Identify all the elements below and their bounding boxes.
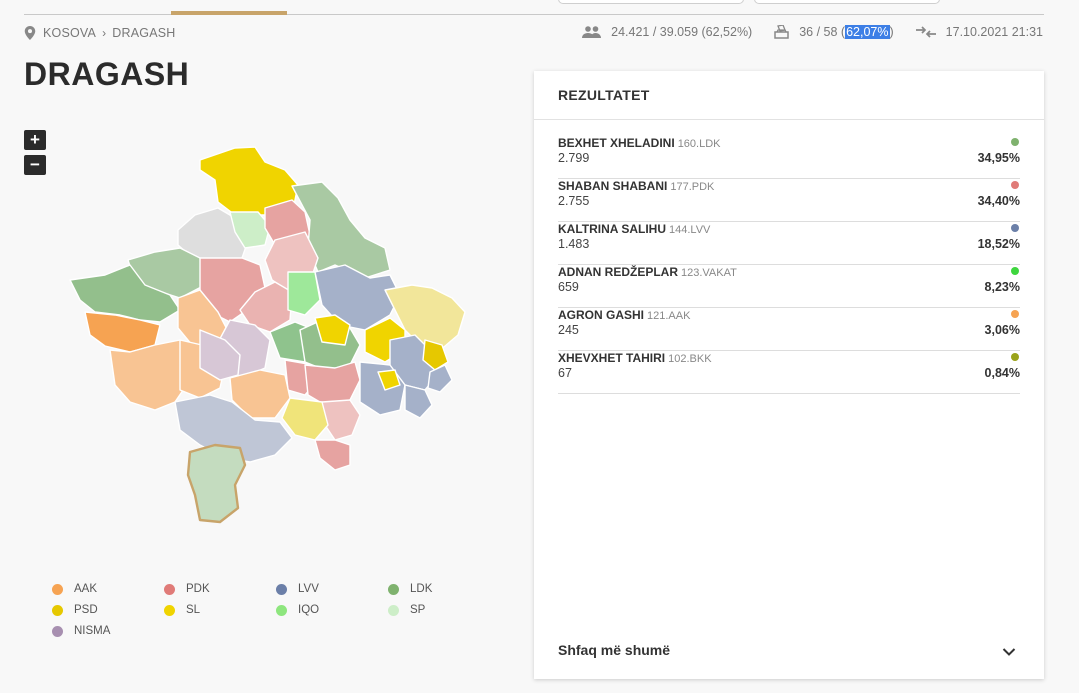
legend-label: LVV — [298, 583, 319, 595]
legend-label: SP — [410, 604, 426, 616]
candidate-row[interactable]: KALTRINA SALIHU 144.LVV 1.483 18,52% — [558, 222, 1020, 265]
legend-dot — [388, 604, 399, 616]
legend-item-nisma: NISMA — [52, 625, 164, 637]
candidate-row[interactable]: AGRON GASHI 121.AAK 245 3,06% — [558, 308, 1020, 351]
location-pin-icon — [24, 26, 36, 40]
candidate-code: 177.PDK — [670, 181, 715, 193]
legend-item-iqo: IQO — [276, 604, 388, 616]
legend-dot — [164, 604, 175, 616]
legend-dot — [52, 583, 63, 595]
voters-value: 24.421 / 39.059 (62,52%) — [611, 25, 753, 39]
results-panel: REZULTATET BEXHET XHELADINI 160.LDK 2.799… — [534, 71, 1044, 679]
stations-suffix: ) — [889, 25, 894, 39]
updated-timestamp: 17.10.2021 21:31 — [945, 25, 1043, 39]
stat-voters: 24.421 / 39.059 (62,52%) — [582, 25, 752, 39]
candidate-name: BEXHET XHELADINI 160.LDK — [558, 136, 721, 150]
party-color-dot — [1011, 353, 1019, 361]
legend-dot — [276, 604, 287, 616]
people-icon — [582, 26, 602, 38]
results-title: REZULTATET — [534, 71, 1044, 120]
party-color-dot — [1011, 267, 1019, 275]
candidate-percent: 3,06% — [984, 323, 1020, 337]
active-tab-indicator — [171, 11, 287, 15]
candidate-row[interactable]: SHABAN SHABANI 177.PDK 2.755 34,40% — [558, 179, 1020, 222]
legend-label: SL — [186, 604, 201, 616]
candidate-name: AGRON GASHI 121.AAK — [558, 308, 691, 322]
legend-dot — [52, 625, 63, 637]
map-region-mamusha[interactable] — [314, 439, 351, 471]
legend-item-aak: AAK — [52, 583, 164, 595]
party-color-dot — [1011, 138, 1019, 146]
breadcrumb-separator: › — [102, 26, 107, 40]
candidate-votes: 67 — [558, 366, 572, 380]
zoom-out-button[interactable]: − — [24, 155, 46, 175]
candidate-row[interactable]: XHEVXHET TAHIRI 102.BKK 67 0,84% — [558, 351, 1020, 394]
legend-label: NISMA — [74, 625, 111, 637]
sync-arrows-icon — [915, 26, 936, 38]
legend-dot — [52, 604, 63, 616]
legend-item-sl: SL — [164, 604, 276, 616]
zoom-in-button[interactable]: + — [24, 130, 46, 150]
candidate-percent: 18,52% — [977, 237, 1020, 251]
map-region-obiliq[interactable] — [287, 271, 321, 316]
party-color-dot — [1011, 181, 1019, 189]
legend-label: AAK — [74, 583, 98, 595]
candidate-name: KALTRINA SALIHU 144.LVV — [558, 222, 711, 236]
candidate-votes: 2.755 — [558, 194, 590, 208]
chevron-down-icon[interactable] — [1002, 647, 1016, 657]
candidate-name: SHABAN SHABANI 177.PDK — [558, 179, 715, 193]
ballot-box-icon — [774, 25, 789, 39]
map-region-ferizaj[interactable] — [304, 361, 361, 406]
breadcrumb-root[interactable]: KOSOVA — [43, 26, 96, 40]
party-color-dot — [1011, 310, 1019, 318]
page-title: DRAGASH — [24, 56, 190, 92]
stats-bar: 24.421 / 39.059 (62,52%) 36 / 58 (62,07%… — [560, 25, 1043, 39]
legend-label: PSD — [74, 604, 98, 616]
stations-percent-highlight: 62,07% — [845, 25, 890, 39]
candidate-row[interactable]: ADNAN REDŽEPLAR 123.VAKAT 659 8,23% — [558, 265, 1020, 308]
legend-dot — [388, 583, 399, 595]
stat-updated: 17.10.2021 21:31 — [915, 25, 1043, 39]
stations-prefix: 36 / 58 ( — [799, 25, 846, 39]
candidate-code: 144.LVV — [669, 224, 711, 236]
kosovo-municipalities-map[interactable] — [60, 140, 480, 530]
candidate-votes: 659 — [558, 280, 579, 294]
legend-item-lvv: LVV — [276, 583, 388, 595]
breadcrumb-current: DRAGASH — [112, 26, 176, 40]
candidate-name: ADNAN REDŽEPLAR 123.VAKAT — [558, 265, 737, 279]
map-region-dragash[interactable] — [186, 443, 247, 524]
map-region-hani-elezit[interactable] — [321, 399, 361, 441]
legend-item-sp: SP — [388, 604, 500, 616]
map-region-strpce[interactable] — [404, 384, 433, 419]
candidate-list: BEXHET XHELADINI 160.LDK 2.799 34,95% SHA… — [534, 120, 1044, 394]
candidate-percent: 8,23% — [984, 280, 1020, 294]
candidate-row[interactable]: BEXHET XHELADINI 160.LDK 2.799 34,95% — [558, 136, 1020, 179]
candidate-votes: 2.799 — [558, 151, 590, 165]
candidate-code: 102.BKK — [668, 353, 712, 365]
candidate-code: 123.VAKAT — [681, 267, 737, 279]
breadcrumb: KOSOVA › DRAGASH — [24, 26, 176, 40]
legend-item-ldk: LDK — [388, 583, 500, 595]
candidate-votes: 245 — [558, 323, 579, 337]
top-dropdown-1[interactable] — [558, 0, 744, 4]
party-color-dot — [1011, 224, 1019, 232]
legend-label: PDK — [186, 583, 210, 595]
candidate-votes: 1.483 — [558, 237, 590, 251]
candidate-percent: 0,84% — [984, 366, 1020, 380]
top-dropdown-2[interactable] — [754, 0, 940, 4]
show-more-button[interactable]: Shfaq më shumë — [558, 642, 670, 658]
legend-dot — [164, 583, 175, 595]
party-legend: AAK PDK LVV LDK PSD SL IQO SP NISMA — [52, 583, 512, 637]
legend-item-pdk: PDK — [164, 583, 276, 595]
candidate-percent: 34,40% — [977, 194, 1020, 208]
legend-label: LDK — [410, 583, 433, 595]
stat-stations: 36 / 58 (62,07%) — [774, 25, 894, 39]
candidate-code: 160.LDK — [677, 138, 721, 150]
legend-item-psd: PSD — [52, 604, 164, 616]
legend-dot — [276, 583, 287, 595]
candidate-code: 121.AAK — [647, 310, 691, 322]
legend-label: IQO — [298, 604, 320, 616]
candidate-percent: 34,95% — [977, 151, 1020, 165]
candidate-name: XHEVXHET TAHIRI 102.BKK — [558, 351, 712, 365]
